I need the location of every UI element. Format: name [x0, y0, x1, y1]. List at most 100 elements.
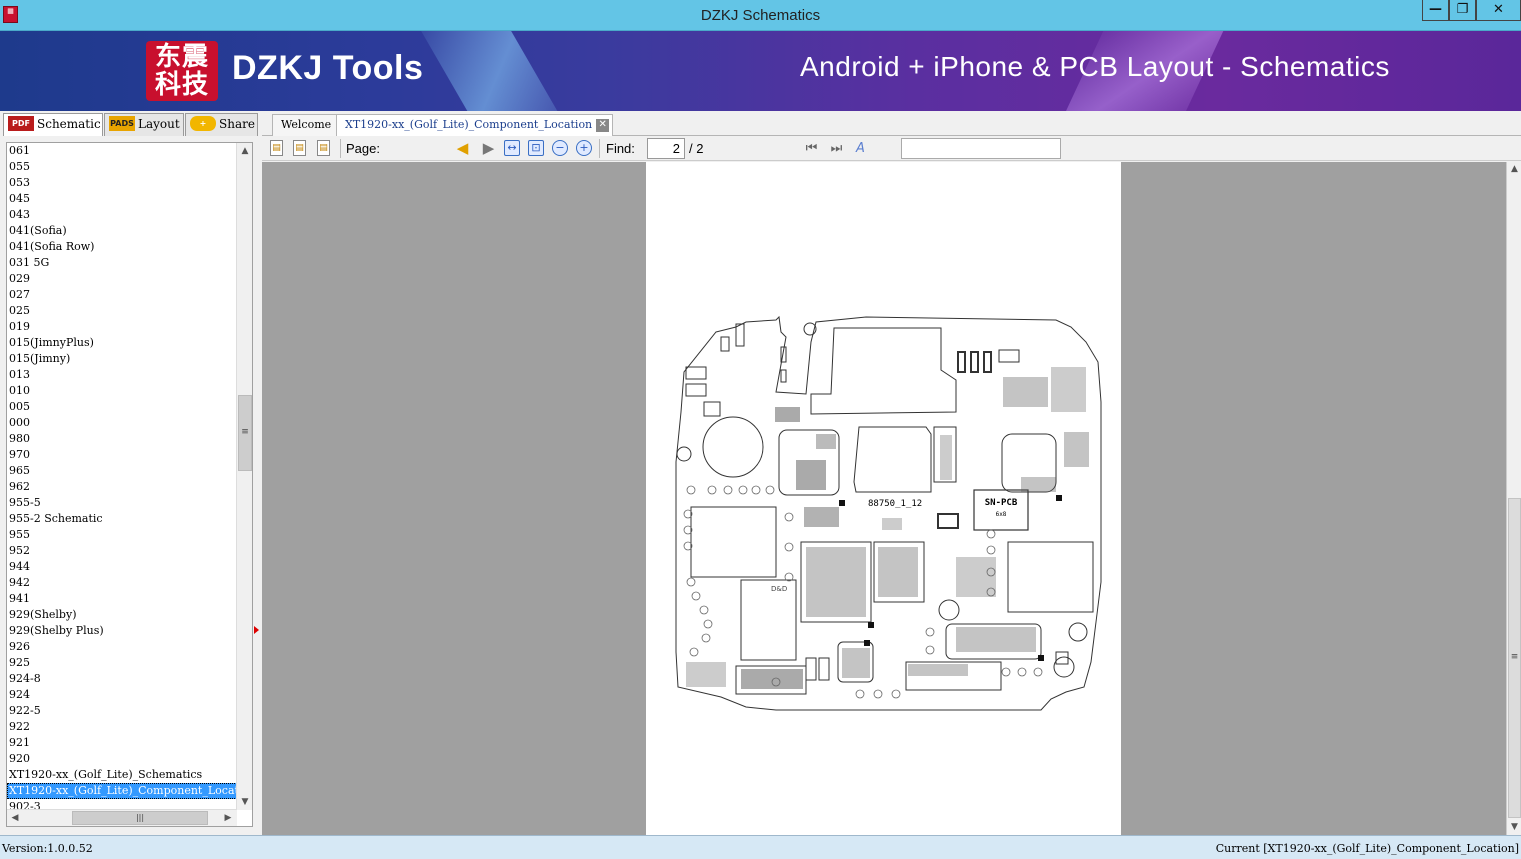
tab-schematic[interactable]: PDF Schematic [3, 113, 103, 137]
next-page-icon[interactable]: ▶ [480, 140, 497, 157]
board-part-number: 88750_1_12 [868, 499, 923, 509]
tab-component-location[interactable]: XT1920-xx_(Golf_Lite)_Component_Location… [336, 114, 614, 136]
hscroll-thumb[interactable]: ||| [72, 811, 208, 825]
banner-tagline: Android + iPhone & PCB Layout - Schemati… [800, 51, 1390, 82]
match-case-icon[interactable]: A [852, 140, 869, 157]
tab-layout[interactable]: PADS Layout [104, 113, 184, 136]
file-list-item[interactable]: 029 [7, 271, 237, 287]
file-list-item[interactable]: 924-8 [7, 671, 237, 687]
document-tab-bar: Welcome XT1920-xx_(Golf_Lite)_Component_… [262, 111, 1521, 136]
find-label: Find: [606, 141, 635, 156]
file-list-item[interactable]: 952 [7, 543, 237, 559]
file-list-item[interactable]: 980 [7, 431, 237, 447]
fit-width-icon[interactable]: ↔ [504, 140, 520, 156]
scroll-up-icon[interactable]: ▲ [237, 143, 252, 159]
pdf-page: 88750_1_12 SN-PCB 6x8 D&D [646, 162, 1121, 835]
file-list-item[interactable]: 061 [7, 143, 237, 159]
open-document-icon[interactable]: ▤ [270, 140, 283, 156]
file-list-item[interactable]: 922 [7, 719, 237, 735]
file-list-item[interactable]: 926 [7, 639, 237, 655]
file-list-item[interactable]: 955-5 [7, 495, 237, 511]
file-list-item[interactable]: 055 [7, 159, 237, 175]
shield-top [810, 327, 957, 415]
file-list-item[interactable]: 015(Jimny) [7, 351, 237, 367]
scroll-right-icon[interactable]: ▶ [220, 810, 236, 826]
file-list-item[interactable]: 013 [7, 367, 237, 383]
viewer-vscroll[interactable]: ▲ ≡ ▼ [1506, 162, 1521, 835]
file-list-item[interactable]: 962 [7, 479, 237, 495]
file-list-panel: 061 055 053 045 043 041(Sofia) 041(Sofia Row) 0… [0, 136, 262, 835]
file-list-item[interactable]: 955-2 Schematic [7, 511, 237, 527]
scroll-up-icon[interactable]: ▲ [1507, 162, 1521, 177]
file-list-item[interactable]: 929(Shelby Plus) [7, 623, 237, 639]
file-list-item[interactable]: 942 [7, 575, 237, 591]
page-number-input[interactable]: 2 [647, 138, 685, 159]
file-list-item[interactable]: 027 [7, 287, 237, 303]
banner: 东震科技 DZKJ Tools Android + iPhone & PCB L… [0, 31, 1521, 111]
file-list-item[interactable]: 010 [7, 383, 237, 399]
file-list-item[interactable]: 941 [7, 591, 237, 607]
file-list-item[interactable]: 031 5G [7, 255, 237, 271]
file-list-item[interactable]: 921 [7, 735, 237, 751]
share-icon: + [190, 116, 216, 131]
file-list-item[interactable]: 924 [7, 687, 237, 703]
tab-welcome[interactable]: Welcome [272, 114, 341, 136]
file-list-item[interactable]: XT1920-xx_(Golf_Lite)_Component_Location [7, 783, 237, 799]
status-bar: Version:1.0.0.52 Current [XT1920-xx_(Gol… [0, 835, 1521, 859]
file-list-item[interactable]: 000 [7, 415, 237, 431]
scroll-left-icon[interactable]: ◀ [7, 810, 23, 826]
print-document-icon[interactable]: ▤ [317, 140, 330, 156]
find-next-icon[interactable]: ⏭ [828, 140, 845, 157]
minimize-button[interactable]: — [1422, 0, 1449, 21]
file-list-item[interactable]: 005 [7, 399, 237, 415]
zoom-out-icon[interactable]: − [552, 140, 568, 156]
find-previous-icon[interactable]: ⏮ [803, 140, 820, 157]
document-viewer[interactable]: 88750_1_12 SN-PCB 6x8 D&D [262, 162, 1506, 835]
tab-share[interactable]: + Share [185, 113, 258, 136]
current-file-text: Current [XT1920-xx_(Golf_Lite)_Component… [1215, 842, 1519, 855]
file-list-hscroll[interactable]: ◀ ||| ▶ [7, 809, 237, 826]
file-list-item[interactable]: 922-5 [7, 703, 237, 719]
coin-cell [702, 416, 764, 478]
file-list-item[interactable]: 043 [7, 207, 237, 223]
file-list-item[interactable]: 019 [7, 319, 237, 335]
title-bar: ▦ DZKJ Schematics — ❐ ✕ [0, 0, 1521, 31]
file-list-item[interactable]: 965 [7, 463, 237, 479]
zoom-in-icon[interactable]: + [576, 140, 592, 156]
file-list[interactable]: 061 055 053 045 043 041(Sofia) 041(Sofia Row) 0… [6, 142, 253, 827]
find-input[interactable] [901, 138, 1061, 159]
file-list-item[interactable]: 041(Sofia) [7, 223, 237, 239]
file-list-item[interactable]: 045 [7, 191, 237, 207]
file-list-items: 061 055 053 045 043 041(Sofia) 041(Sofia Row) 0… [7, 143, 237, 815]
file-list-item[interactable]: 053 [7, 175, 237, 191]
previous-page-icon[interactable]: ◀ [454, 140, 471, 157]
file-list-item[interactable]: 015(JimnyPlus) [7, 335, 237, 351]
pdf-icon: PDF [8, 116, 34, 131]
file-list-vscroll[interactable]: ▲ ≡ ▼ [236, 143, 252, 810]
file-list-item[interactable]: XT1920-xx_(Golf_Lite)_Schematics [7, 767, 237, 783]
scroll-down-icon[interactable]: ▼ [237, 794, 252, 810]
close-tab-icon[interactable]: ✕ [596, 119, 610, 132]
scroll-down-icon[interactable]: ▼ [1507, 820, 1521, 835]
file-list-item[interactable]: 041(Sofia Row) [7, 239, 237, 255]
sn-pcb-box [973, 489, 1029, 531]
copy-document-icon[interactable]: ▤ [293, 140, 306, 156]
maximize-button[interactable]: ❐ [1449, 0, 1476, 21]
page-total: / 2 [689, 141, 704, 156]
file-list-item[interactable]: 944 [7, 559, 237, 575]
splitter-toggle-icon[interactable] [254, 626, 259, 634]
scroll-thumb[interactable]: ≡ [238, 395, 252, 471]
close-button[interactable]: ✕ [1476, 0, 1521, 21]
file-list-item[interactable]: 025 [7, 303, 237, 319]
version-text: Version:1.0.0.52 [2, 842, 93, 855]
file-list-item[interactable]: 970 [7, 447, 237, 463]
fit-page-icon[interactable]: ⊡ [528, 140, 544, 156]
tab-layout-label: Layout [138, 117, 180, 131]
scroll-thumb[interactable]: ≡ [1508, 498, 1521, 818]
file-list-item[interactable]: 955 [7, 527, 237, 543]
file-list-item[interactable]: 929(Shelby) [7, 607, 237, 623]
file-list-item[interactable]: 925 [7, 655, 237, 671]
banner-brand: DZKJ Tools [232, 49, 424, 87]
file-list-item[interactable]: 920 [7, 751, 237, 767]
left-tab-bar: PDF Schematic PADS Layout + Share [0, 111, 262, 137]
